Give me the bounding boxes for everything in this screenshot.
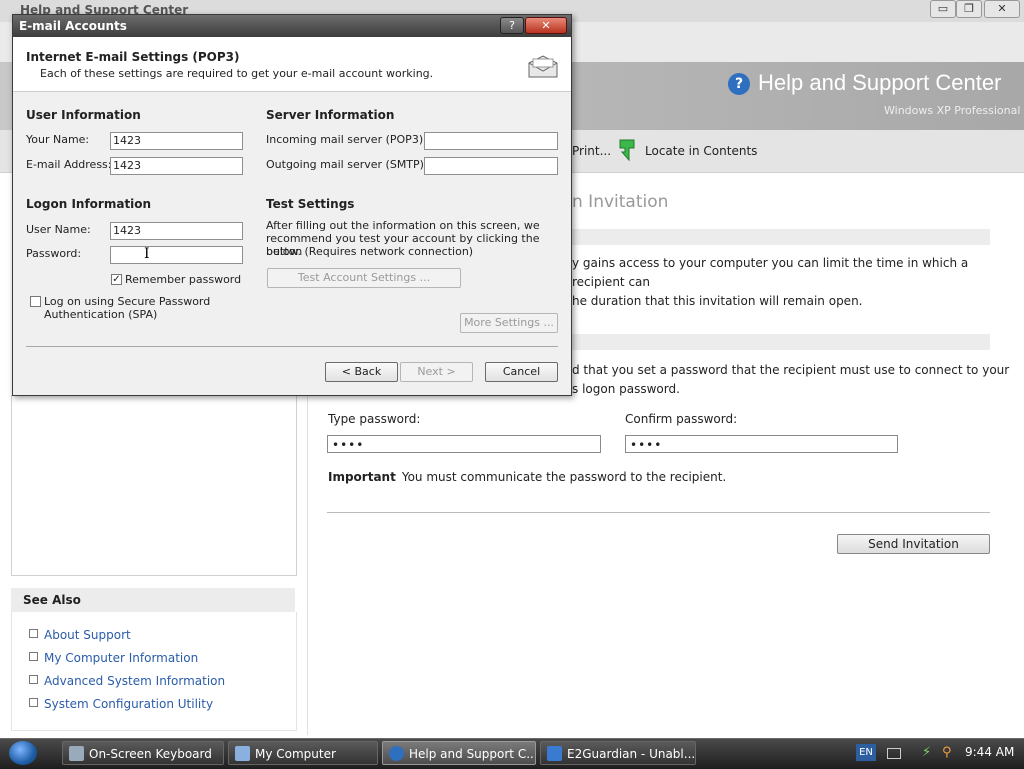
dialog-help-button[interactable]: ? <box>500 17 524 34</box>
test-settings-title: Test Settings <box>266 197 355 211</box>
locate-in-contents-icon[interactable] <box>618 138 636 162</box>
dialog-close-button[interactable]: ✕ <box>525 17 567 34</box>
remember-password-checkbox[interactable]: ✓ <box>111 274 122 285</box>
language-indicator[interactable]: EN <box>856 744 876 761</box>
print-button[interactable]: Print... <box>572 144 611 158</box>
task-label: E2Guardian - Unabl... <box>567 747 696 761</box>
outgoing-server-label: Outgoing mail server (SMTP): <box>266 158 428 171</box>
see-also-link-my-computer-information[interactable]: My Computer Information <box>29 651 198 665</box>
important-note: Important You must communicate the passwo… <box>328 470 726 484</box>
network-tray-icon[interactable]: ⚡ <box>922 745 936 760</box>
remember-password-label: Remember password <box>125 273 242 286</box>
pane-separator <box>307 395 308 735</box>
help-icon: ? <box>728 73 750 95</box>
cancel-button[interactable]: Cancel <box>485 362 558 382</box>
spa-label-line2: Authentication (SPA) <box>44 308 158 321</box>
page-heading: n Invitation <box>572 192 669 212</box>
important-label: Important <box>328 470 396 484</box>
task-label: Help and Support C... <box>409 747 536 761</box>
user-name-field[interactable]: 1423 <box>110 222 243 240</box>
section-bar <box>570 229 990 245</box>
email-address-field[interactable]: 1423 <box>110 157 243 175</box>
dialog-subheading: Each of these settings are required to g… <box>40 67 434 80</box>
computer-icon <box>235 746 250 761</box>
link-bullet-icon <box>29 629 38 638</box>
link-label: My Computer Information <box>44 651 199 665</box>
search-tray-icon[interactable]: ⚲ <box>942 745 956 760</box>
next-button[interactable]: Next > <box>400 362 473 382</box>
task-my-computer[interactable]: My Computer <box>228 741 378 765</box>
dialog-header <box>13 37 571 92</box>
user-name-label: User Name: <box>26 223 91 236</box>
dialog-title: E-mail Accounts <box>19 19 127 33</box>
outgoing-server-field[interactable] <box>424 157 558 175</box>
task-label: On-Screen Keyboard <box>89 747 212 761</box>
send-invitation-button[interactable]: Send Invitation <box>837 534 990 554</box>
link-label: About Support <box>44 628 131 642</box>
link-bullet-icon <box>29 652 38 661</box>
test-account-settings-button[interactable]: Test Account Settings ... <box>267 268 461 288</box>
email-address-label: E-mail Address: <box>26 158 112 171</box>
type-password-field[interactable]: •••• <box>327 435 601 453</box>
password-label: Password: <box>26 247 82 260</box>
spa-label-line1: Log on using Secure Password <box>44 295 211 308</box>
paragraph-line: d that you set a password that the recip… <box>572 363 1010 377</box>
paragraph-password: d that you set a password that the recip… <box>572 361 1009 399</box>
paragraph-line: he duration that this invitation will re… <box>572 294 863 308</box>
banner-subtitle: Windows XP Professional <box>884 104 1021 117</box>
type-password-label: Type password: <box>328 412 421 426</box>
email-accounts-dialog: E-mail Accounts ? ✕ Internet E-mail Sett… <box>12 14 572 396</box>
task-help-and-support[interactable]: Help and Support C... <box>382 741 536 765</box>
task-label: My Computer <box>255 747 336 761</box>
envelope-icon <box>528 55 558 78</box>
test-settings-text-line1: After filling out the information on thi… <box>266 219 540 232</box>
password-field[interactable] <box>110 246 243 264</box>
important-text: You must communicate the password to the… <box>401 470 727 484</box>
confirm-password-field[interactable]: •••• <box>625 435 898 453</box>
link-label: System Configuration Utility <box>44 697 214 711</box>
minimize-button[interactable]: ▭ <box>930 0 956 18</box>
user-info-title: User Information <box>26 108 141 122</box>
banner-title: Help and Support Center <box>758 70 1002 95</box>
section-bar <box>570 334 990 350</box>
see-also-link-system-configuration-utility[interactable]: System Configuration Utility <box>29 697 213 711</box>
restore-button[interactable]: ❐ <box>956 0 982 18</box>
left-pane <box>11 395 297 576</box>
link-bullet-icon <box>29 675 38 684</box>
start-button-icon[interactable] <box>9 741 37 765</box>
dialog-separator <box>26 346 558 347</box>
divider <box>327 512 990 513</box>
paragraph-line: s logon password. <box>572 382 680 396</box>
text-cursor-icon: I <box>144 246 150 262</box>
keyboard-icon <box>69 746 84 761</box>
clock[interactable]: 9:44 AM <box>965 745 1014 759</box>
task-e2guardian[interactable]: E2Guardian - Unabl... <box>540 741 696 765</box>
incoming-server-field[interactable] <box>424 132 558 150</box>
spa-checkbox[interactable] <box>30 296 41 307</box>
test-settings-text-line3: below. (Requires network connection) <box>266 245 474 258</box>
incoming-server-label: Incoming mail server (POP3): <box>266 133 427 146</box>
link-bullet-icon <box>29 698 38 707</box>
server-info-title: Server Information <box>266 108 395 122</box>
dialog-heading: Internet E-mail Settings (POP3) <box>26 50 240 64</box>
task-on-screen-keyboard[interactable]: On-Screen Keyboard <box>62 741 224 765</box>
close-button[interactable]: ✕ <box>984 0 1020 18</box>
link-label: Advanced System Information <box>44 674 226 688</box>
logon-info-title: Logon Information <box>26 197 152 211</box>
confirm-password-label: Confirm password: <box>625 412 738 426</box>
keyboard-tray-icon[interactable] <box>887 748 901 759</box>
your-name-field[interactable]: 1423 <box>110 132 243 150</box>
see-also-link-advanced-system-information[interactable]: Advanced System Information <box>29 674 225 688</box>
internet-explorer-icon <box>547 746 562 761</box>
paragraph-line: y gains access to your computer you can … <box>572 256 969 289</box>
paragraph-expiry: y gains access to your computer you can … <box>572 254 1024 311</box>
help-icon <box>389 746 404 761</box>
back-button[interactable]: < Back <box>325 362 398 382</box>
more-settings-button[interactable]: More Settings ... <box>460 313 558 333</box>
see-also-title: See Also <box>23 593 81 607</box>
locate-in-contents-button[interactable]: Locate in Contents <box>645 144 757 158</box>
your-name-label: Your Name: <box>26 133 90 146</box>
see-also-link-about-support[interactable]: About Support <box>29 628 131 642</box>
